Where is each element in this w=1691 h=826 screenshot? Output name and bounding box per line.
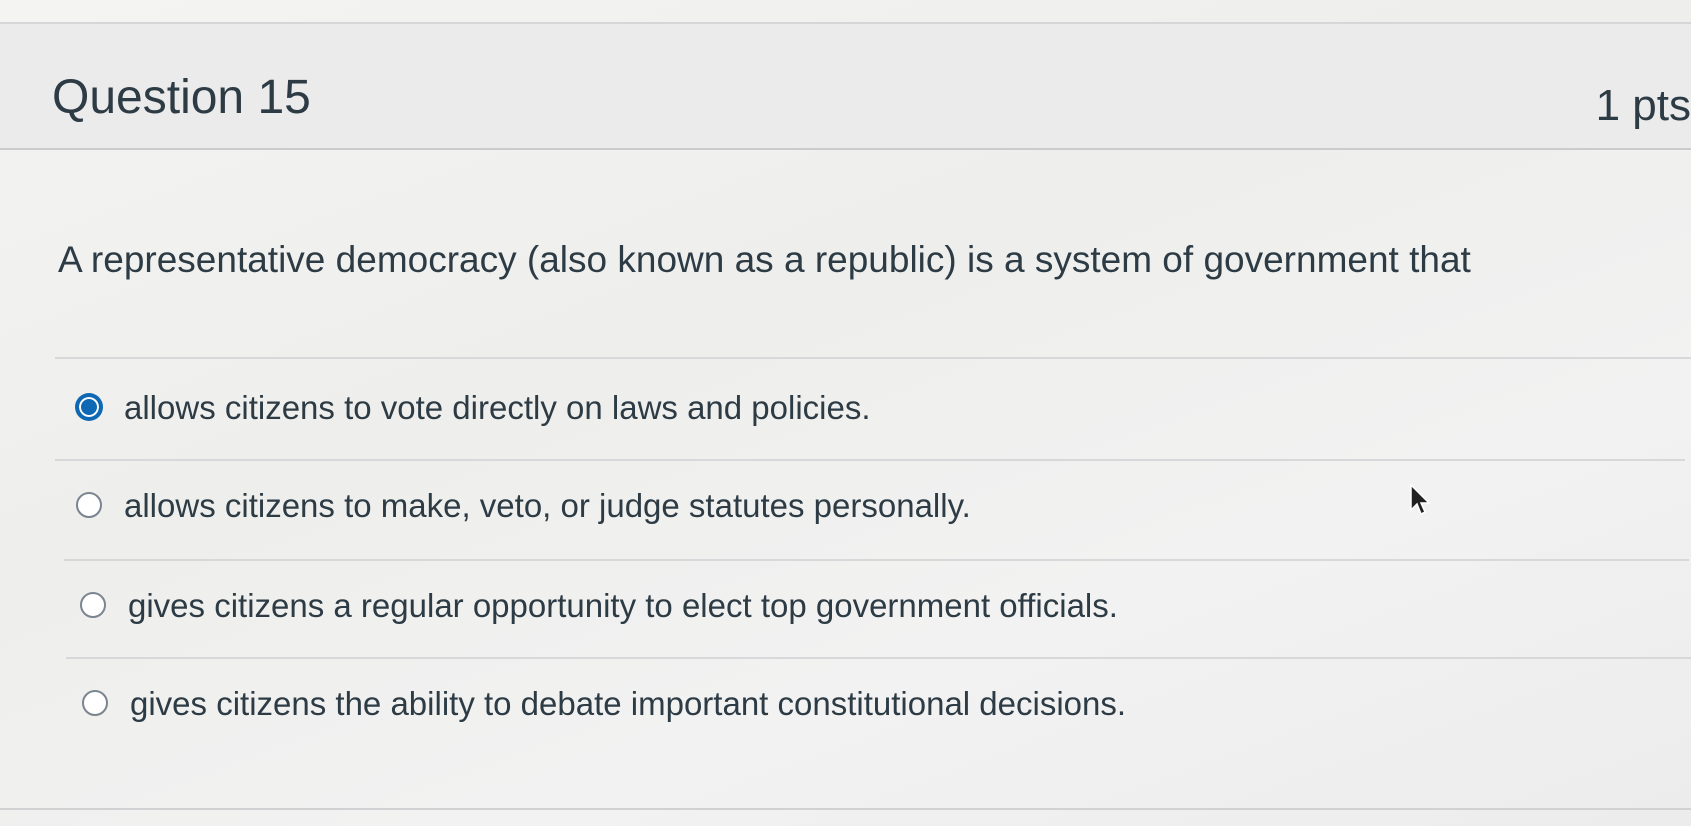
radio-unselected-icon[interactable]: [76, 492, 102, 518]
answer-label: gives citizens the ability to debate imp…: [130, 684, 1127, 722]
bottom-divider: [0, 808, 1691, 810]
answer-label: allows citizens to vote directly on laws…: [124, 388, 871, 426]
radio-selected-icon[interactable]: [76, 394, 102, 420]
radio-unselected-icon[interactable]: [82, 690, 108, 716]
answer-option-3[interactable]: gives citizens a regular opportunity to …: [80, 585, 1118, 625]
answer-label: gives citizens a regular opportunity to …: [128, 586, 1118, 624]
question-title: Question 15: [52, 71, 311, 124]
quiz-question-panel: Question 15 1 pts A representative democ…: [0, 0, 1691, 826]
answer-option-2[interactable]: allows citizens to make, veto, or judge …: [76, 485, 971, 525]
answer-divider: [64, 559, 1689, 561]
answer-divider: [55, 357, 1691, 359]
question-points: 1 pts: [1595, 81, 1691, 130]
radio-unselected-icon[interactable]: [80, 592, 106, 618]
question-header: Question 15 1 pts: [0, 24, 1691, 150]
answer-label: allows citizens to make, veto, or judge …: [124, 486, 971, 524]
answer-divider: [66, 657, 1691, 659]
answer-option-4[interactable]: gives citizens the ability to debate imp…: [82, 683, 1126, 723]
answer-divider: [55, 459, 1685, 461]
answer-option-1[interactable]: allows citizens to vote directly on laws…: [76, 387, 871, 427]
question-text: A representative democracy (also known a…: [58, 239, 1471, 280]
